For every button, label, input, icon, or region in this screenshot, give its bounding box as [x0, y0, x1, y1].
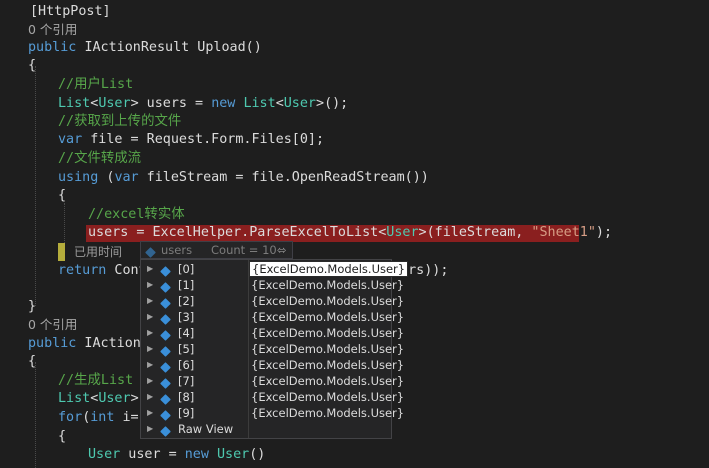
comment-stream: //文件转成流 — [58, 151, 142, 166]
expand-arrow-icon[interactable]: ▶ — [147, 421, 153, 437]
comment-gen: //生成List — [58, 373, 134, 388]
expand-arrow-icon[interactable]: ▶ — [147, 341, 153, 357]
code-line-13: users = ExcelHelper.ParseExcelToList<Use… — [88, 225, 613, 240]
datatip-header[interactable]: users Count = 10 ⬄ — [140, 241, 293, 259]
expand-arrow-icon[interactable]: ▶ — [147, 293, 153, 309]
item-value: {ExcelDemo.Models.User} — [251, 342, 405, 356]
item-value: {ExcelDemo.Models.User} — [251, 278, 405, 292]
elapsed-time-perftip[interactable]: 已用时间 — [74, 243, 122, 261]
item-value: {ExcelDemo.Models.User} — [251, 358, 405, 372]
expand-arrow-icon[interactable]: ▶ — [147, 373, 153, 389]
datatip-item[interactable]: ▶ [6] {ExcelDemo.Models.User} — [141, 357, 404, 373]
item-name: [5] — [178, 342, 195, 356]
indent-guide — [64, 203, 65, 243]
datatip-item[interactable]: ▶ [4] {ExcelDemo.Models.User} — [141, 325, 404, 341]
code-line-8: var file = Request.Form.Files[0]; — [58, 132, 325, 147]
datatip-item[interactable]: ▶ [1] {ExcelDemo.Models.User} — [141, 277, 404, 293]
datatip-item[interactable]: ▶ [5] {ExcelDemo.Models.User} — [141, 341, 404, 357]
expand-arrow-icon[interactable]: ▶ — [147, 389, 153, 405]
raw-view-label: Raw View — [178, 422, 234, 436]
datatip-item[interactable]: ▶ [0] {ExcelDemo.Models.User} — [141, 261, 409, 277]
comment-getfile: //获取到上传的文件 — [58, 114, 182, 129]
datatip-item[interactable]: ▶ [8] {ExcelDemo.Models.User} — [141, 389, 404, 405]
code-line-3: public IActionResult Upload() — [28, 40, 262, 55]
item-name: [0] — [178, 262, 195, 276]
item-value: {ExcelDemo.Models.User} — [251, 326, 405, 340]
code-line-22: for(int i=1 — [58, 410, 147, 425]
comment-userlist: //用户List — [58, 77, 134, 92]
datatip-item[interactable]: ▶ [3] {ExcelDemo.Models.User} — [141, 309, 404, 325]
code-line-4: { — [28, 58, 37, 73]
brace-match-marker — [58, 243, 65, 261]
references-codelens-2[interactable]: 0 个引用 — [28, 316, 77, 334]
datatip-item[interactable]: ▶ [7] {ExcelDemo.Models.User} — [141, 373, 404, 389]
expand-arrow-icon[interactable]: ▶ — [147, 261, 153, 277]
expand-arrow-icon[interactable]: ▶ — [147, 309, 153, 325]
datatip-expansion: ▶ [0] {ExcelDemo.Models.User} ▶ [1] {ExcelDem… — [140, 259, 409, 439]
code-line-18: public IActionR — [28, 336, 149, 351]
item-name: [4] — [178, 326, 195, 340]
raw-view-item[interactable]: ▶ Raw View — [141, 421, 391, 437]
code-line-21: List<User> — [58, 391, 139, 406]
item-value: {ExcelDemo.Models.User} — [251, 294, 405, 308]
item-name: [3] — [178, 310, 195, 324]
references-codelens[interactable]: 0 个引用 — [28, 21, 77, 39]
code-line-6: List<User> users = new List<User>(); — [58, 96, 349, 111]
item-value: {ExcelDemo.Models.User} — [251, 310, 405, 324]
code-line-11: { — [58, 188, 67, 203]
item-name: [6] — [178, 358, 195, 372]
code-line-1: [HttpPost] — [30, 4, 111, 19]
comment-excel: //excel转实体 — [88, 207, 185, 222]
datatip-variable-name: users — [161, 243, 193, 257]
indent-guide — [35, 362, 36, 468]
code-line-17: } — [28, 299, 37, 314]
item-value[interactable]: {ExcelDemo.Models.User} — [249, 261, 409, 277]
item-value: {ExcelDemo.Models.User} — [251, 406, 405, 420]
code-line-24: User user = new User() — [88, 447, 266, 462]
code-line-10: using (var fileStream = file.OpenReadStr… — [58, 170, 429, 185]
item-name: [8] — [178, 390, 195, 404]
item-name: [1] — [178, 278, 195, 292]
datatip-count: Count = 10 — [211, 243, 277, 257]
expand-arrow-icon[interactable]: ▶ — [147, 357, 153, 373]
indent-guide — [35, 66, 36, 306]
datatip-item[interactable]: ▶ [9] {ExcelDemo.Models.User} — [141, 405, 404, 421]
item-name: [7] — [178, 374, 195, 388]
raw-view-icon — [160, 424, 171, 440]
expand-arrow-icon[interactable]: ▶ — [147, 405, 153, 421]
expand-arrow-icon[interactable]: ▶ — [147, 277, 153, 293]
code-line-23: { — [58, 429, 67, 444]
pin-icon[interactable]: ⬄ — [277, 242, 287, 258]
item-name: [9] — [178, 406, 195, 420]
item-value: {ExcelDemo.Models.User} — [251, 374, 405, 388]
item-name: [2] — [178, 294, 195, 308]
datatip-item[interactable]: ▶ [2] {ExcelDemo.Models.User} — [141, 293, 404, 309]
expand-arrow-icon[interactable]: ▶ — [147, 325, 153, 341]
code-line-19: { — [28, 354, 37, 369]
code-line-15: return Cont — [58, 263, 147, 278]
item-value: {ExcelDemo.Models.User} — [251, 390, 405, 404]
